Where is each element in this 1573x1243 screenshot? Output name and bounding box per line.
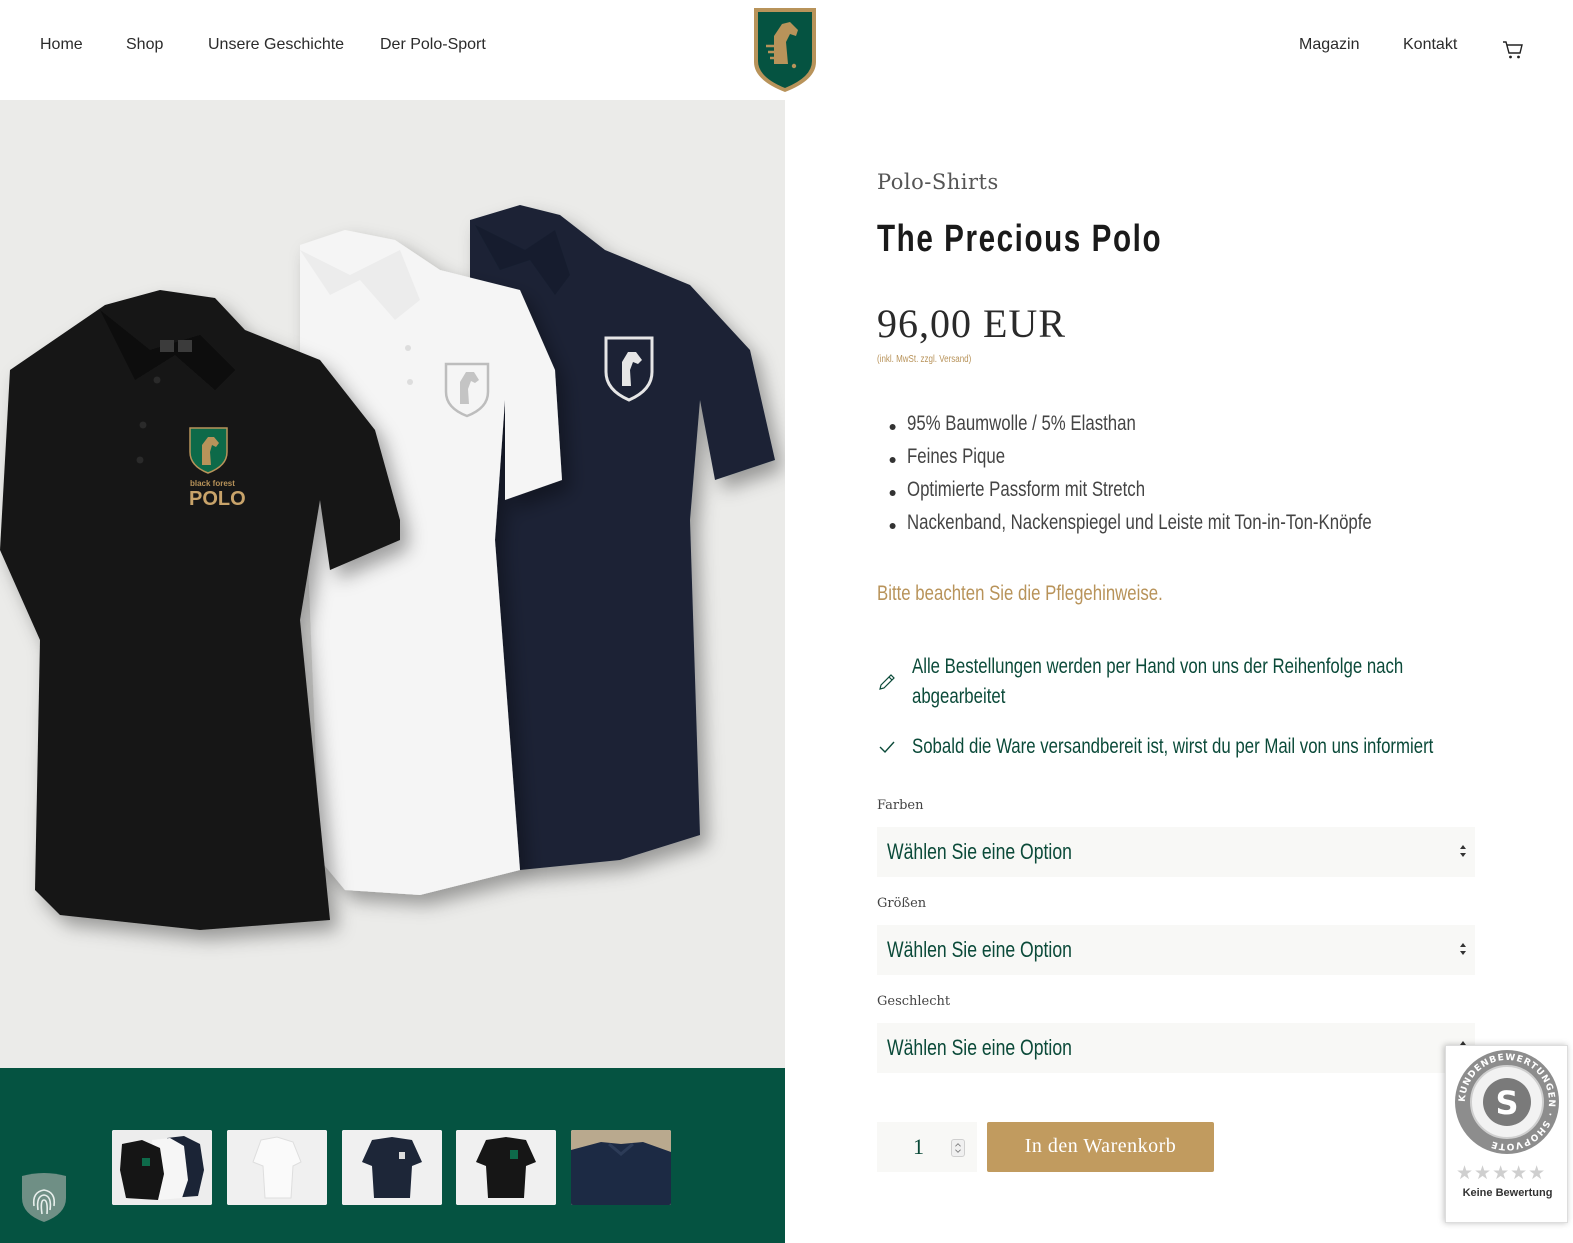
quantity-value[interactable]: 1 (913, 1134, 924, 1160)
price-note: (inkl. MwSt. zzgl. Versand) (877, 354, 972, 365)
colors-select[interactable]: Wählen Sie eine Option (877, 827, 1475, 877)
shirt-logo-line1: black forest (190, 479, 235, 488)
feature-item: Nackenband, Nackenspiegel und Leiste mit… (907, 511, 1372, 544)
product-price: 96,00 EUR (877, 301, 1066, 346)
thumbnail-3[interactable] (342, 1130, 442, 1205)
thumbnail-3-image (342, 1130, 442, 1205)
sizes-label: Größen (877, 896, 927, 911)
site-header: Home Shop Unsere Geschichte Der Polo-Spo… (0, 0, 1573, 100)
feature-item: 95% Baumwolle / 5% Elasthan (907, 412, 1372, 445)
svg-text:S: S (1495, 1084, 1518, 1122)
feature-item: Optimierte Passform mit Stretch (907, 478, 1372, 511)
nav-home-link[interactable]: Home (40, 36, 83, 54)
quantity-spin-icon[interactable] (951, 1139, 965, 1157)
feature-item: Feines Pique (907, 445, 1372, 478)
shopvote-label: Keine Bewertung (1462, 1187, 1553, 1199)
fingerprint-icon[interactable] (20, 1170, 68, 1222)
brand-logo[interactable] (752, 6, 818, 94)
feature-list: 95% Baumwolle / 5% Elasthan Feines Pique… (907, 412, 1488, 544)
nav-shop-link[interactable]: Shop (126, 36, 163, 54)
quantity-stepper[interactable]: 1 (877, 1122, 977, 1172)
product-title: The Precious Polo (877, 218, 1163, 260)
thumbnail-1-image (112, 1130, 212, 1205)
thumbnail-2[interactable] (227, 1130, 327, 1205)
colors-select-value: Wählen Sie eine Option (887, 839, 1072, 864)
nav-magazin-link[interactable]: Magazin (1299, 36, 1359, 54)
gender-select-value: Wählen Sie eine Option (887, 1035, 1072, 1060)
product-category[interactable]: Polo-Shirts (877, 170, 999, 194)
thumbnail-5-image (571, 1130, 671, 1205)
pencil-icon (879, 674, 895, 690)
care-instructions-link[interactable]: Bitte beachten Sie die Pflegehinweise. (877, 582, 1163, 606)
shirt-logo-line2: POLO (189, 488, 246, 510)
thumbnail-5[interactable] (571, 1130, 671, 1205)
info-shipping-text: Sobald die Ware versandbereit ist, wirst… (912, 735, 1434, 758)
polo-shirts-illustration: black forest POLO (0, 205, 775, 930)
thumbnail-4[interactable] (456, 1130, 556, 1205)
sizes-select-value: Wählen Sie eine Option (887, 937, 1072, 962)
shopvote-stars: ★★★★★ (1456, 1163, 1547, 1184)
select-arrows-icon (1460, 845, 1466, 857)
thumbnail-1[interactable] (112, 1130, 212, 1205)
thumbnail-4-image (456, 1130, 556, 1205)
gender-label: Geschlecht (877, 994, 951, 1009)
product-main-image[interactable]: black forest POLO (0, 100, 785, 1068)
colors-label: Farben (877, 798, 924, 813)
nav-story-link[interactable]: Unsere Geschichte (208, 36, 344, 54)
check-icon (879, 741, 895, 754)
sizes-select[interactable]: Wählen Sie eine Option (877, 925, 1475, 975)
thumbnail-2-image (227, 1130, 327, 1205)
nav-kontakt-link[interactable]: Kontakt (1403, 36, 1457, 54)
cart-icon[interactable] (1502, 40, 1524, 60)
add-to-cart-button[interactable]: In den Warenkorb (987, 1122, 1214, 1172)
select-arrows-icon (1460, 943, 1466, 955)
shopvote-badge[interactable]: KUNDENBEWERTUNGEN · SHOPVOTE S ★★★★★ Kei… (1445, 1045, 1568, 1223)
shopvote-seal: KUNDENBEWERTUNGEN · SHOPVOTE S (1455, 1050, 1559, 1154)
gender-select[interactable]: Wählen Sie eine Option (877, 1023, 1475, 1073)
info-handmade-text: Alle Bestellungen werden per Hand von un… (912, 655, 1404, 708)
nav-polo-sport-link[interactable]: Der Polo-Sport (380, 36, 486, 54)
